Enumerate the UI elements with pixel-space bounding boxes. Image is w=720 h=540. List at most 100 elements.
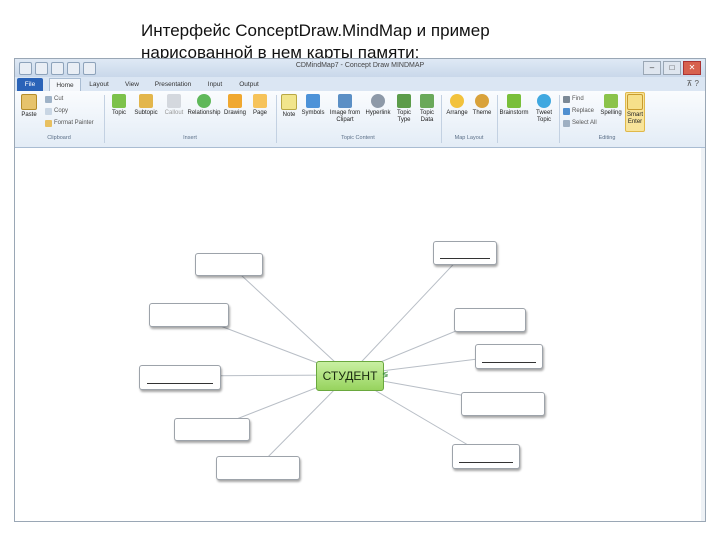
topic-node-empty[interactable] xyxy=(461,392,545,416)
scissors-icon xyxy=(45,96,52,103)
callout-icon xyxy=(167,94,181,108)
topic-node-underlined[interactable] xyxy=(433,241,497,265)
cut-label: Cut xyxy=(54,96,64,102)
paste-icon xyxy=(21,94,37,110)
tab-home[interactable]: Home xyxy=(49,78,81,92)
tweet-topic-button[interactable]: Tweet Topic xyxy=(531,94,557,124)
brainstorm-icon xyxy=(507,94,521,108)
hyperlink-button[interactable]: Hyperlink xyxy=(364,94,392,117)
relationship-button[interactable]: Relationship xyxy=(187,94,221,117)
minimize-button[interactable]: – xyxy=(643,61,661,75)
topic-label: Topic xyxy=(111,110,126,116)
theme-button[interactable]: Theme xyxy=(471,94,493,117)
select-all-label: Select All xyxy=(572,120,597,126)
replace-button[interactable]: Replace xyxy=(563,108,594,115)
spelling-button[interactable]: Spelling xyxy=(599,94,623,117)
smart-enter-label: Smart Enter xyxy=(626,112,643,125)
topic-icon xyxy=(112,94,126,108)
group-label-editing: Editing xyxy=(598,135,616,141)
subtopic-icon xyxy=(139,94,153,108)
topic-data-label: Topic Data xyxy=(419,110,434,123)
relationship-icon xyxy=(197,94,211,108)
find-button[interactable]: Find xyxy=(563,96,584,103)
mind-map-canvas[interactable]: СТУДЕНТ ≶ xyxy=(15,148,705,521)
page-button[interactable]: Page xyxy=(249,94,271,117)
copy-button[interactable]: Copy xyxy=(45,108,68,115)
image-from-clipart-button[interactable]: Image from Clipart xyxy=(327,94,363,124)
drawing-button[interactable]: Drawing xyxy=(222,94,248,117)
tweet-topic-label: Tweet Topic xyxy=(535,110,552,123)
topic-button[interactable]: Topic xyxy=(108,94,130,117)
replace-label: Replace xyxy=(572,108,595,114)
group-label-map-layout: Map Layout xyxy=(454,135,484,141)
find-label: Find xyxy=(572,96,584,102)
brainstorm-label: Brainstorm xyxy=(499,110,529,116)
topic-node-underlined[interactable] xyxy=(475,344,543,369)
select-all-button[interactable]: Select All xyxy=(563,120,597,127)
topic-underline xyxy=(439,258,491,259)
symbols-label: Symbols xyxy=(301,110,325,116)
arrange-label: Arrange xyxy=(446,110,468,116)
tab-output[interactable]: Output xyxy=(233,78,265,91)
vertical-scrollbar[interactable] xyxy=(701,148,705,521)
ribbon: Paste Cut Copy Format Painter Clipboard … xyxy=(15,91,705,148)
format-painter-button[interactable]: Format Painter xyxy=(45,120,94,127)
central-topic[interactable]: СТУДЕНТ xyxy=(316,361,384,391)
group-label-insert: Insert xyxy=(183,135,197,141)
ribbon-minimize-help-icons[interactable]: ⊼ ? xyxy=(686,79,699,88)
brainstorm-button[interactable]: Brainstorm xyxy=(499,94,529,117)
theme-icon xyxy=(475,94,489,108)
maximize-button[interactable]: □ xyxy=(663,61,681,75)
image-from-clipart-label: Image from Clipart xyxy=(329,110,361,123)
link-icon xyxy=(371,94,385,108)
topic-node-empty[interactable] xyxy=(216,456,300,480)
callout-label: Callout xyxy=(164,110,184,116)
relationship-label: Relationship xyxy=(187,110,221,116)
format-painter-label: Format Painter xyxy=(54,120,94,126)
ribbon-tabs: File Home Layout View Presentation Input… xyxy=(15,77,705,92)
topic-data-button[interactable]: Topic Data xyxy=(416,94,438,124)
cut-button[interactable]: Cut xyxy=(45,96,63,103)
topic-node-empty[interactable] xyxy=(174,418,250,441)
paste-label: Paste xyxy=(21,112,37,118)
topic-type-label: Topic Type xyxy=(396,110,411,123)
note-button[interactable]: Note xyxy=(279,94,299,119)
topic-node-empty[interactable] xyxy=(454,308,526,332)
group-label-topic-content: Topic Content xyxy=(341,135,375,141)
topic-node-empty[interactable] xyxy=(149,303,229,327)
topic-node-empty[interactable] xyxy=(195,253,263,276)
tab-input[interactable]: Input xyxy=(201,78,229,91)
symbols-icon xyxy=(306,94,320,108)
hyperlink-label: Hyperlink xyxy=(365,110,391,116)
drawing-label: Drawing xyxy=(223,110,246,116)
tab-layout[interactable]: Layout xyxy=(83,78,115,91)
tab-presentation[interactable]: Presentation xyxy=(149,78,197,91)
window-controls: – □ ✕ xyxy=(643,61,701,75)
callout-button[interactable]: Callout xyxy=(162,94,186,117)
topic-underline xyxy=(481,362,537,363)
group-label-clipboard: Clipboard xyxy=(47,135,71,141)
topic-underline xyxy=(147,383,213,384)
note-label: Note xyxy=(282,112,296,118)
group-separator xyxy=(497,95,498,143)
app-window: CDMindMap7 - Concept Draw MINDMAP – □ ✕ … xyxy=(14,58,706,522)
title-bar: CDMindMap7 - Concept Draw MINDMAP – □ ✕ xyxy=(15,59,705,77)
page-label: Page xyxy=(252,110,267,116)
subtopic-button[interactable]: Subtopic xyxy=(131,94,161,117)
copy-label: Copy xyxy=(54,108,69,114)
topic-underline xyxy=(458,462,514,463)
tab-view[interactable]: View xyxy=(119,78,145,91)
close-button[interactable]: ✕ xyxy=(683,61,701,75)
topic-type-button[interactable]: Topic Type xyxy=(393,94,415,124)
paste-button[interactable]: Paste xyxy=(19,94,39,119)
tab-file[interactable]: File xyxy=(17,78,43,91)
smart-enter-icon xyxy=(627,94,643,110)
symbols-button[interactable]: Symbols xyxy=(300,94,326,117)
collapse-toggle-icon[interactable]: ≶ xyxy=(382,370,389,379)
arrange-button[interactable]: Arrange xyxy=(445,94,469,117)
topic-node-underlined[interactable] xyxy=(452,444,520,469)
topic-node-underlined[interactable] xyxy=(139,365,221,390)
drawing-icon xyxy=(228,94,242,108)
theme-label: Theme xyxy=(472,110,492,116)
smart-enter-button[interactable]: Smart Enter xyxy=(624,94,646,126)
